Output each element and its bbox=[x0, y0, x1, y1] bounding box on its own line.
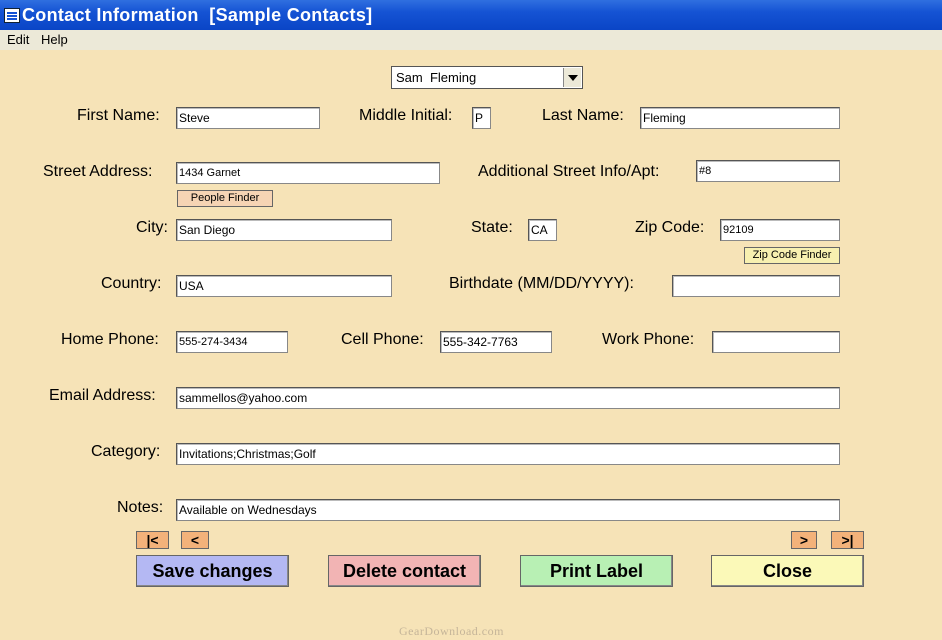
street-address-field[interactable]: 1434 Garnet bbox=[176, 162, 440, 184]
category-label: Category: bbox=[91, 443, 161, 460]
save-changes-button[interactable]: Save changes bbox=[136, 555, 289, 587]
home-phone-field[interactable]: 555-274-3434 bbox=[176, 331, 288, 353]
title-bar: Contact Information [Sample Contacts] bbox=[0, 0, 942, 30]
next-record-button[interactable]: > bbox=[791, 531, 817, 549]
state-label: State: bbox=[471, 219, 513, 236]
email-address-label: Email Address: bbox=[49, 387, 156, 404]
last-name-label: Last Name: bbox=[542, 107, 624, 124]
people-finder-button[interactable]: People Finder bbox=[177, 190, 273, 207]
print-label-button[interactable]: Print Label bbox=[520, 555, 673, 587]
previous-record-button[interactable]: < bbox=[181, 531, 209, 549]
street-address-label: Street Address: bbox=[43, 163, 153, 180]
email-address-field[interactable]: sammellos@yahoo.com bbox=[176, 387, 840, 409]
city-label: City: bbox=[136, 219, 168, 236]
zip-code-field[interactable]: 92109 bbox=[720, 219, 840, 241]
window-title: Contact Information [Sample Contacts] bbox=[22, 5, 373, 25]
watermark: GearDownload.com bbox=[399, 624, 504, 638]
home-phone-label: Home Phone: bbox=[61, 331, 159, 348]
close-button[interactable]: Close bbox=[711, 555, 864, 587]
app-icon[interactable] bbox=[4, 8, 20, 23]
first-name-field[interactable]: Steve bbox=[176, 107, 320, 129]
state-field[interactable]: CA bbox=[528, 219, 557, 241]
zip-code-label: Zip Code: bbox=[635, 219, 705, 236]
last-name-field[interactable]: Fleming bbox=[640, 107, 840, 129]
cell-phone-label: Cell Phone: bbox=[341, 331, 424, 348]
additional-street-label: Additional Street Info/Apt: bbox=[478, 163, 660, 180]
dropdown-arrow-icon[interactable] bbox=[563, 68, 581, 87]
middle-initial-field[interactable]: P bbox=[472, 107, 491, 129]
country-field[interactable]: USA bbox=[176, 275, 392, 297]
additional-street-field[interactable]: #8 bbox=[696, 160, 840, 182]
city-field[interactable]: San Diego bbox=[176, 219, 392, 241]
first-name-label: First Name: bbox=[77, 107, 160, 124]
menu-edit[interactable]: Edit bbox=[7, 32, 29, 47]
cell-phone-field[interactable]: 555-342-7763 bbox=[440, 331, 552, 353]
category-field[interactable]: Invitations;Christmas;Golf bbox=[176, 443, 840, 465]
work-phone-field[interactable] bbox=[712, 331, 840, 353]
delete-contact-button[interactable]: Delete contact bbox=[328, 555, 481, 587]
last-record-button[interactable]: >| bbox=[831, 531, 864, 549]
contact-selector[interactable]: Sam Fleming bbox=[391, 66, 583, 89]
work-phone-label: Work Phone: bbox=[602, 331, 695, 348]
country-label: Country: bbox=[101, 275, 162, 292]
menu-help[interactable]: Help bbox=[41, 32, 68, 47]
first-record-button[interactable]: |< bbox=[136, 531, 169, 549]
middle-initial-label: Middle Initial: bbox=[359, 107, 453, 124]
contact-selector-value: Sam Fleming bbox=[396, 70, 477, 85]
notes-field[interactable]: Available on Wednesdays bbox=[176, 499, 840, 521]
zip-code-finder-button[interactable]: Zip Code Finder bbox=[744, 247, 840, 264]
notes-label: Notes: bbox=[117, 499, 164, 516]
birthdate-field[interactable] bbox=[672, 275, 840, 297]
menu-bar: Edit Help bbox=[0, 30, 942, 50]
birthdate-label: Birthdate (MM/DD/YYYY): bbox=[449, 275, 634, 292]
